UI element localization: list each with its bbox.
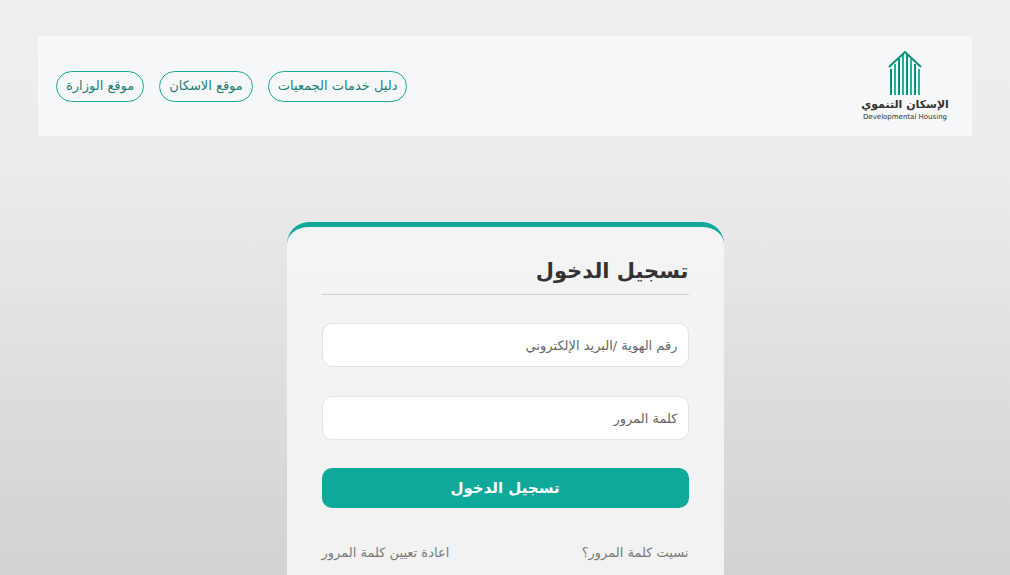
house-logo-icon [888, 51, 922, 97]
forgot-password-link[interactable]: نسيت كلمة المرور؟ [582, 543, 689, 563]
login-card: تسجيل الدخول تسجيل الدخول نسيت كلمة المرور… [287, 222, 724, 575]
password-input[interactable] [322, 396, 689, 440]
logo-title: الإسكان التنموي [861, 99, 949, 111]
login-links: نسيت كلمة المرور؟ اعادة تعيين كلمة المرور [322, 543, 689, 563]
logo-subtitle: Developmental Housing [863, 114, 947, 122]
login-button[interactable]: تسجيل الدخول [322, 468, 689, 508]
header-link[interactable]: موقع الوزارة [56, 71, 144, 102]
page-background: الإسكان التنموي Developmental Housing دليل… [0, 0, 1010, 575]
username-input[interactable] [322, 323, 689, 367]
reset-password-link[interactable]: اعادة تعيين كلمة المرور [322, 543, 450, 563]
header-links: دليل خدمات الجمعيات موقع الاسكان موقع الوز… [56, 71, 407, 102]
login-form: تسجيل الدخول [322, 323, 689, 508]
login-title: تسجيل الدخول [322, 259, 689, 295]
header-bar: الإسكان التنموي Developmental Housing دليل… [38, 36, 972, 136]
header-link[interactable]: دليل خدمات الجمعيات [268, 71, 408, 102]
logo[interactable]: الإسكان التنموي Developmental Housing [860, 51, 950, 122]
header-link[interactable]: موقع الاسكان [159, 71, 253, 102]
